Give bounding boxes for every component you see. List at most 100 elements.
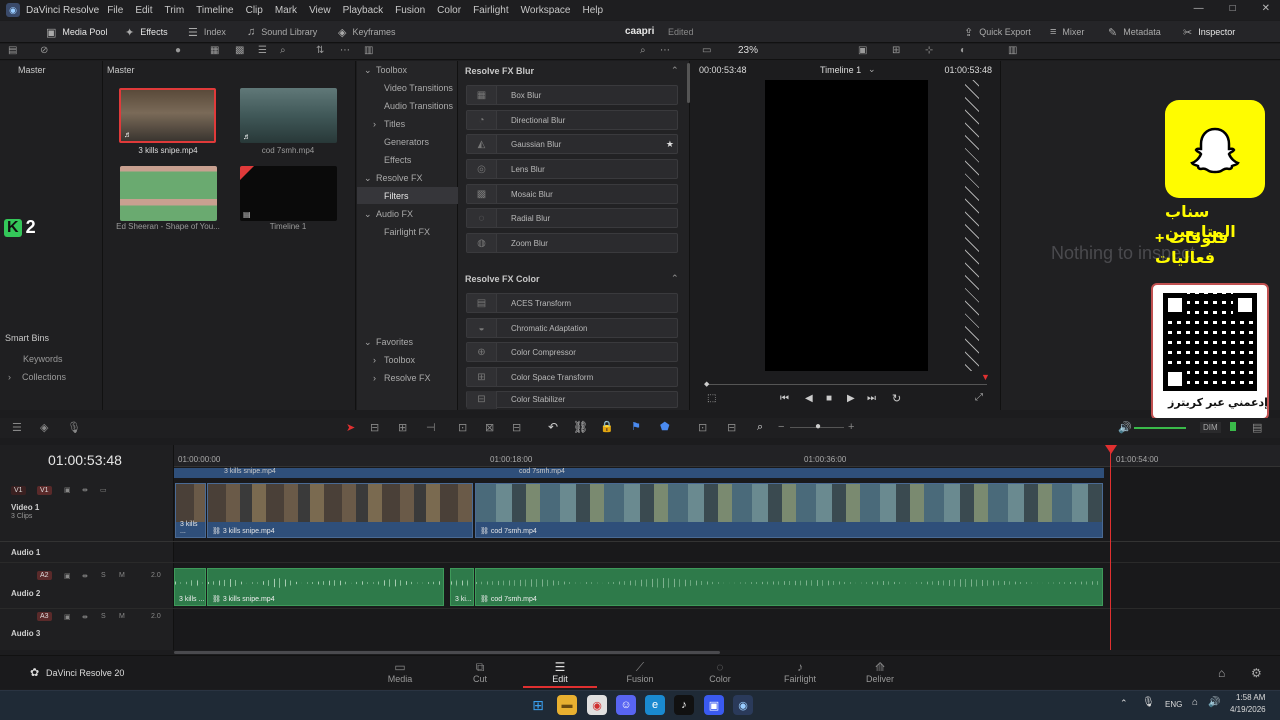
- language-indicator[interactable]: ENG: [1165, 700, 1182, 709]
- volume-slider[interactable]: [1134, 427, 1186, 429]
- menu-fusion[interactable]: Fusion: [395, 5, 425, 16]
- menu-edit[interactable]: Edit: [135, 5, 152, 16]
- v1-source-badge[interactable]: V1: [11, 486, 26, 495]
- tree-resolve-fx[interactable]: Resolve FX: [376, 173, 423, 183]
- tab-inspector[interactable]: ✂ Inspector: [1183, 21, 1235, 43]
- chevron-down-icon[interactable]: ⌄: [364, 65, 372, 76]
- zoom-in-icon[interactable]: +: [848, 421, 854, 433]
- chevron-down-icon[interactable]: ⌄: [868, 64, 876, 75]
- keywords-bin[interactable]: Keywords: [23, 354, 63, 364]
- master-bin[interactable]: Master: [18, 65, 46, 75]
- transform-icon[interactable]: ⊞: [892, 45, 900, 56]
- chevron-right-icon[interactable]: ›: [373, 355, 376, 365]
- tab-sound-library[interactable]: ♫ Sound Library: [247, 21, 317, 43]
- fx-scrollbar[interactable]: [687, 63, 690, 103]
- inspector-toggle-icon[interactable]: ▥: [1008, 45, 1017, 56]
- fx-item[interactable]: ◒ Chromatic Adaptation: [466, 318, 678, 338]
- zoom-detail-icon[interactable]: ⊟: [727, 421, 736, 434]
- list-view-icon[interactable]: ☰: [258, 45, 267, 56]
- viewer-mode-icon[interactable]: ▣: [858, 45, 867, 56]
- tree-generators[interactable]: Generators: [384, 137, 429, 147]
- panel-toggle-icon[interactable]: ▥: [364, 45, 373, 56]
- dynamic-trim-icon[interactable]: ⊞: [398, 421, 407, 434]
- favorite-star-icon[interactable]: ★: [666, 139, 674, 150]
- sidebar-toggle-icon[interactable]: ▤: [8, 45, 17, 56]
- fx-item[interactable]: ▩ Mosaic Blur: [466, 184, 678, 204]
- fx-item[interactable]: ◔ Directional Blur: [466, 110, 678, 130]
- replace-clip-icon[interactable]: ⊟: [512, 421, 521, 434]
- tree-audio-fx[interactable]: Audio FX: [376, 209, 413, 219]
- menu-help[interactable]: Help: [582, 5, 603, 16]
- tree-audio-transitions[interactable]: Audio Transitions: [384, 101, 453, 111]
- linked-selection-icon[interactable]: ⛓: [573, 420, 588, 434]
- audio-clip[interactable]: ⛓ cod 7smh.mp4: [475, 568, 1103, 606]
- blade-tool-icon[interactable]: ⊣: [426, 421, 436, 434]
- a3-badge[interactable]: A3: [37, 612, 52, 621]
- chevron-down-icon[interactable]: ⌄: [364, 209, 372, 220]
- lock-track-icon[interactable]: ▣: [64, 613, 71, 621]
- collapse-icon[interactable]: ⌃: [671, 273, 679, 284]
- viewer-zoom[interactable]: 23%: [738, 45, 758, 56]
- audio-clip[interactable]: 3 ki...: [450, 568, 474, 606]
- tab-index[interactable]: ☰ Index: [188, 21, 226, 43]
- zoom-custom-icon[interactable]: ⌕: [757, 421, 763, 434]
- page-color[interactable]: ◌ Color: [690, 660, 750, 684]
- snapping-icon[interactable]: ↶: [548, 420, 558, 434]
- fx-item[interactable]: ▤ ACES Transform: [466, 293, 678, 313]
- sort-icon[interactable]: ⇅: [316, 45, 324, 56]
- media-thumb-3-kills-snipe[interactable]: ♬: [119, 88, 216, 143]
- menu-fairlight[interactable]: Fairlight: [473, 5, 509, 16]
- edge-icon[interactable]: e: [645, 695, 665, 715]
- video-clip[interactable]: ⛓ cod 7smh.mp4: [475, 483, 1103, 538]
- tab-effects[interactable]: ✦ Effects: [125, 21, 168, 43]
- solo-button[interactable]: S: [101, 572, 106, 579]
- stop-icon[interactable]: ■: [826, 393, 832, 404]
- tree-fairlight-fx[interactable]: Fairlight FX: [384, 227, 430, 237]
- color-picker-icon[interactable]: ◐: [960, 45, 966, 56]
- collapse-icon[interactable]: ⌃: [671, 65, 679, 76]
- menu-playback[interactable]: Playback: [343, 5, 384, 16]
- fx-item[interactable]: ⊕ Color Compressor: [466, 342, 678, 362]
- home-icon[interactable]: ⌂: [1218, 666, 1225, 680]
- fullscreen-icon[interactable]: ⤢: [975, 392, 983, 403]
- auto-select-icon[interactable]: ⇼: [82, 486, 88, 494]
- maximize-icon[interactable]: □: [1230, 3, 1236, 14]
- zoom-full-icon[interactable]: ⊡: [698, 421, 707, 434]
- timeline-name[interactable]: Timeline 1: [820, 65, 861, 75]
- video-clip[interactable]: 3 kills ...: [175, 483, 206, 538]
- menu-mark[interactable]: Mark: [275, 5, 297, 16]
- panel-toggle-icon[interactable]: ▤: [1252, 421, 1262, 434]
- a2-badge[interactable]: A2: [37, 571, 52, 580]
- tiktok-icon[interactable]: ♪: [674, 695, 694, 715]
- fx-search-icon[interactable]: ⌕: [640, 45, 646, 56]
- tab-mixer[interactable]: ≡ Mixer: [1050, 21, 1084, 43]
- viewer-layout-icon[interactable]: ▭: [702, 45, 711, 56]
- timeline-timecode[interactable]: 01:00:53:48: [48, 452, 122, 468]
- go-to-end-icon[interactable]: ⏭: [867, 393, 876, 404]
- track-visibility-icon[interactable]: ▭: [100, 486, 107, 494]
- tree-titles[interactable]: Titles: [384, 119, 405, 129]
- page-fairlight[interactable]: ♪ Fairlight: [770, 660, 830, 684]
- minimize-icon[interactable]: —: [1194, 3, 1204, 14]
- fx-item[interactable]: ⊟ Color Stabilizer: [466, 390, 678, 409]
- timeline-options-icon[interactable]: ☰: [12, 421, 22, 434]
- selection-tool-icon[interactable]: ➤: [346, 421, 355, 434]
- discord-icon[interactable]: ☺: [616, 695, 636, 715]
- insert-clip-icon[interactable]: ⊡: [458, 421, 467, 434]
- auto-select-icon[interactable]: ⇼: [82, 613, 88, 621]
- tree-effects[interactable]: Effects: [384, 155, 411, 165]
- fx-item[interactable]: ◍ Zoom Blur: [466, 233, 678, 253]
- menu-color[interactable]: Color: [437, 5, 461, 16]
- taskbar-time[interactable]: 1:58 AM: [1236, 693, 1265, 702]
- settings-gear-icon[interactable]: ⚙: [1251, 666, 1262, 680]
- scrubber-playhead[interactable]: ▼: [981, 372, 990, 382]
- loop-icon[interactable]: ↻: [892, 392, 901, 405]
- media-thumb-timeline-1[interactable]: ▤: [240, 166, 337, 221]
- tracker-icon[interactable]: ⊹: [925, 45, 933, 56]
- media-thumb-ed-sheeran-audio[interactable]: [120, 166, 217, 221]
- close-icon[interactable]: ✕: [1262, 3, 1270, 14]
- page-fusion[interactable]: ⟋ Fusion: [610, 660, 670, 684]
- mute-button[interactable]: M: [119, 613, 125, 620]
- collections-bin[interactable]: Collections: [22, 372, 66, 382]
- tray-mic-icon[interactable]: 🎙: [1142, 697, 1155, 708]
